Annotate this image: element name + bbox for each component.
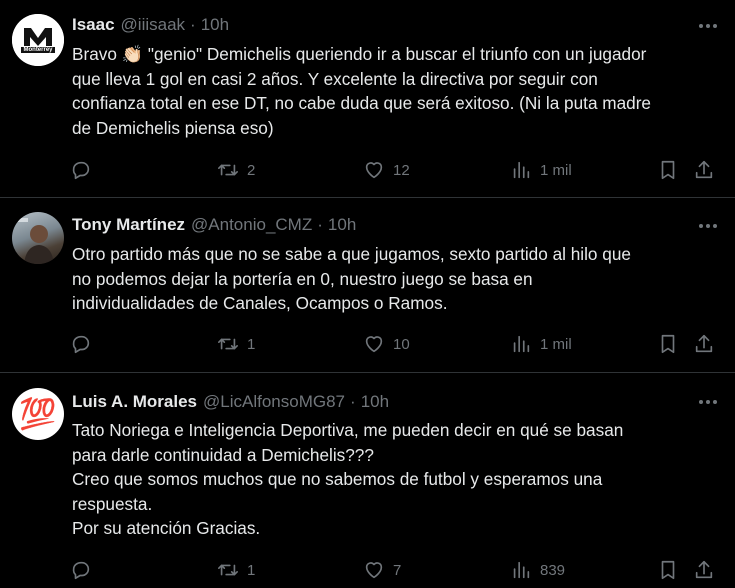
timestamp[interactable]: 10h [201, 15, 229, 35]
separator: · [190, 15, 196, 34]
view-count: 1 mil [540, 335, 572, 353]
timestamp[interactable]: 10h [328, 215, 356, 235]
retweet-icon [218, 564, 238, 576]
user-photo-icon [18, 218, 54, 264]
retweet-icon [218, 164, 238, 176]
tweet[interactable]: Tony Martínez @Antonio_CMZ · 10h Otro pa… [0, 198, 735, 372]
display-name[interactable]: Luis A. Morales [72, 392, 197, 412]
tweet-actions: 2 12 1 mil [66, 155, 726, 185]
avatar[interactable] [12, 212, 64, 264]
tweet-header: Luis A. Morales @LicAlfonsoMG87 · 10h [72, 390, 389, 414]
views-icon [513, 161, 530, 179]
share-button[interactable] [693, 155, 715, 185]
separator: · [317, 215, 323, 234]
more-icon [699, 400, 717, 404]
reply-button[interactable] [70, 555, 100, 585]
avatar-label: Monterrey [23, 47, 53, 53]
retweet-button[interactable]: 2 [217, 155, 255, 185]
user-handle[interactable]: @iiisaak [121, 15, 186, 35]
bookmark-icon [661, 560, 675, 580]
hundred-points-icon: 💯 [19, 397, 57, 431]
bookmark-icon [661, 160, 675, 180]
tweet[interactable]: 💯 Luis A. Morales @LicAlfonsoMG87 · 10h … [0, 373, 735, 588]
retweet-button[interactable]: 1 [217, 329, 255, 359]
like-button[interactable]: 10 [363, 329, 410, 359]
heart-icon [365, 562, 383, 579]
share-icon [695, 160, 713, 179]
retweet-icon [218, 338, 238, 350]
retweet-count: 2 [247, 161, 256, 179]
heart-icon [365, 162, 383, 179]
tweet-header: Tony Martínez @Antonio_CMZ · 10h [72, 213, 356, 237]
views-icon [513, 561, 530, 579]
reply-icon [72, 161, 90, 180]
bookmark-icon [661, 334, 675, 354]
like-button[interactable]: 7 [363, 555, 401, 585]
like-button[interactable]: 12 [363, 155, 410, 185]
share-button[interactable] [693, 329, 715, 359]
bookmark-button[interactable] [657, 329, 679, 359]
views-button[interactable]: 1 mil [510, 155, 572, 185]
tweet-header: Isaac @iiisaak · 10h [72, 13, 229, 37]
bookmark-button[interactable] [657, 555, 679, 585]
tweet-text: Otro partido más que no se sabe a que ju… [72, 244, 631, 313]
monterrey-logo-icon [12, 14, 64, 66]
more-options-button[interactable] [696, 14, 720, 38]
reply-button[interactable] [70, 329, 100, 359]
heart-icon [365, 336, 383, 353]
bookmark-button[interactable] [657, 155, 679, 185]
like-count: 12 [393, 161, 410, 179]
user-handle[interactable]: @LicAlfonsoMG87 [203, 392, 345, 412]
more-options-button[interactable] [696, 214, 720, 238]
like-count: 10 [393, 335, 410, 353]
views-button[interactable]: 839 [510, 555, 565, 585]
tweet-actions: 1 7 839 [66, 555, 726, 585]
retweet-count: 1 [247, 561, 256, 579]
share-icon [695, 334, 713, 353]
display-name[interactable]: Tony Martínez [72, 215, 185, 235]
view-count: 1 mil [540, 161, 572, 179]
reply-icon [72, 335, 90, 354]
more-icon [699, 24, 717, 28]
share-icon [695, 560, 713, 579]
display-name[interactable]: Isaac [72, 15, 115, 35]
more-icon [699, 224, 717, 228]
view-count: 839 [540, 561, 566, 579]
separator: · [350, 392, 356, 411]
tweet-actions: 1 10 1 mil [66, 329, 726, 359]
avatar[interactable]: 💯 [12, 388, 64, 440]
tweet[interactable]: Monterrey Isaac @iiisaak · 10h Bravo 👏🏻 … [0, 0, 735, 197]
retweet-count: 1 [247, 335, 256, 353]
avatar[interactable]: Monterrey [12, 14, 64, 66]
share-button[interactable] [693, 555, 715, 585]
retweet-button[interactable]: 1 [217, 555, 255, 585]
user-handle[interactable]: @Antonio_CMZ [191, 215, 312, 235]
views-icon [513, 335, 530, 353]
tweet-text: Tato Noriega e Inteligencia Deportiva, m… [72, 420, 624, 538]
timestamp[interactable]: 10h [361, 392, 389, 412]
reply-icon [72, 561, 90, 580]
reply-button[interactable] [70, 155, 100, 185]
more-options-button[interactable] [696, 390, 720, 414]
like-count: 7 [393, 561, 402, 579]
tweet-text: Bravo 👏🏻 "genio" Demichelis queriendo ir… [72, 44, 651, 138]
views-button[interactable]: 1 mil [510, 329, 572, 359]
